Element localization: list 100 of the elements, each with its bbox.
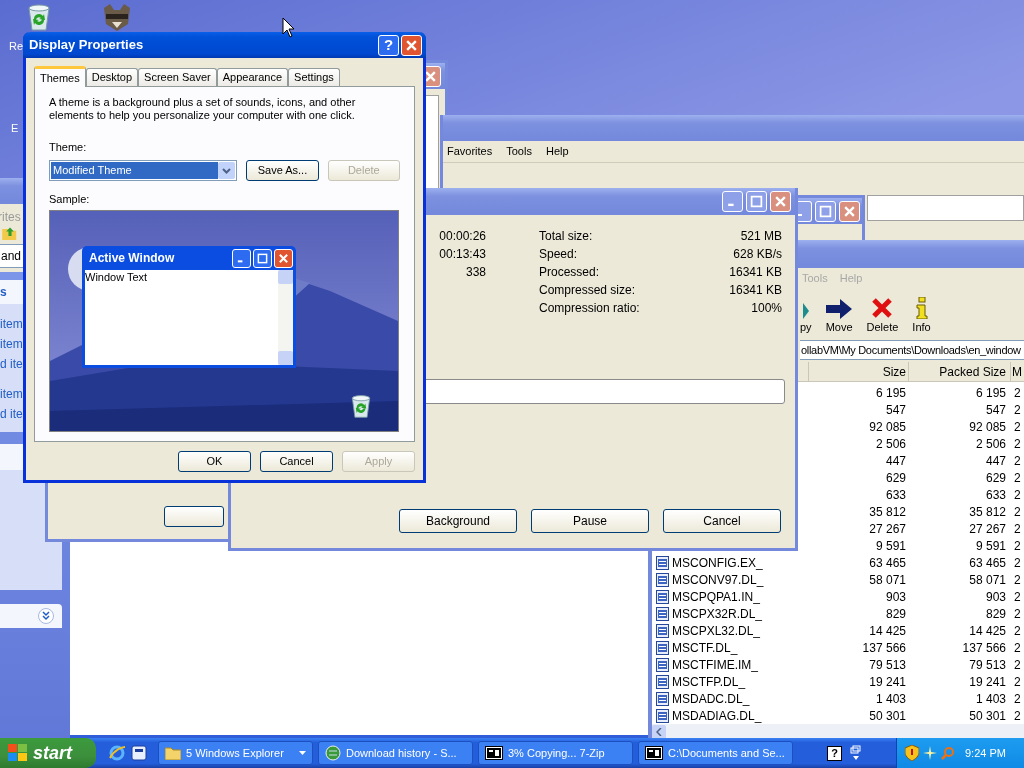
table-cell-text: 447 (884, 452, 907, 470)
taskbar-button[interactable]: C:\Documents and Se... (638, 741, 793, 765)
desktop-icon-label: E (11, 121, 19, 136)
dialog-button[interactable]: Save As... (246, 159, 319, 181)
table-cell-text: 137 566 (961, 639, 1007, 657)
stat-label: Total size: (539, 228, 593, 245)
file-name[interactable]: MSCPX32R.DL_ (672, 604, 763, 623)
table-cell-text: 35 812 (968, 503, 1007, 521)
tab[interactable]: Themes (34, 66, 86, 87)
table-cell-text: 2 (1013, 639, 1021, 657)
table-cell-text: 829 (884, 605, 907, 623)
table-cell-text: 2 (1013, 384, 1021, 402)
stat-value: 00:13:43 (439, 246, 486, 263)
stat-value: 521 MB (740, 228, 782, 245)
table-cell-text: 50 301 (968, 707, 1007, 724)
help-button[interactable]: ? (378, 34, 399, 56)
desktop-icon-label: Re (9, 39, 24, 54)
dialog-button[interactable]: Cancel (663, 509, 781, 533)
theme-dropdown[interactable]: Modified Theme (49, 159, 238, 181)
tab[interactable]: Appearance (216, 68, 289, 86)
table-cell-text: 903 (984, 588, 1007, 606)
table-cell-text: 6 195 (874, 384, 907, 402)
stat-value: 16341 KB (729, 264, 782, 281)
clock: 9:24 PM (965, 745, 1006, 761)
table-cell-text: 137 566 (861, 639, 907, 657)
file-name[interactable]: MSCPXL32.DL_ (672, 621, 761, 640)
table-cell-text: 19 241 (968, 673, 1007, 691)
file-name[interactable]: MSCTF.DL_ (672, 638, 738, 657)
window-title: Display Properties (29, 36, 145, 55)
table-cell-text: 2 (1013, 537, 1021, 555)
task-link[interactable]: d ite (0, 404, 23, 424)
table-cell-text: 1 403 (874, 690, 907, 708)
tab[interactable]: Screen Saver (138, 68, 217, 86)
dialog-button[interactable]: OK (178, 451, 251, 472)
table-cell-text: 9 591 (974, 537, 1007, 555)
table-cell-text: 2 506 (974, 435, 1007, 453)
table-cell-text: 2 506 (874, 435, 907, 453)
file-name[interactable]: MSCPQPA1.IN_ (672, 587, 760, 606)
tab[interactable]: Desktop (85, 68, 139, 86)
task-link[interactable]: item (0, 334, 23, 354)
table-cell-text: 2 (1013, 486, 1021, 504)
taskbar-button[interactable]: 5 Windows Explorer (158, 741, 313, 765)
window-title: Active Window (89, 250, 176, 267)
table-cell-text: 2 (1013, 435, 1021, 453)
menu-item[interactable]: Help (545, 143, 569, 160)
file-name[interactable]: MSCONV97.DL_ (672, 570, 764, 589)
dialog-button[interactable]: Pause (531, 509, 649, 533)
task-link[interactable]: item (0, 384, 23, 404)
table-cell-text: 633 (884, 486, 907, 504)
help-tray-icon[interactable]: ? (827, 745, 842, 761)
table-cell-text: 447 (984, 452, 1007, 470)
dialog-button[interactable]: Background (399, 509, 517, 533)
file-name[interactable]: MSCTFIME.IM_ (672, 655, 758, 674)
file-name[interactable]: MSDADIAG.DL_ (672, 706, 762, 724)
table-cell-text: 2 (1013, 418, 1021, 436)
column-header[interactable]: Packed Size (908, 362, 1010, 381)
table-cell-text: 629 (884, 469, 907, 487)
table-cell-text: 2 (1013, 554, 1021, 572)
taskbar-button[interactable]: Download history - S... (318, 741, 473, 765)
table-cell-text: 1 403 (974, 690, 1007, 708)
table-cell-text: 547 (884, 401, 907, 419)
menu-item[interactable]: Favorites (447, 143, 493, 160)
taskbar-button[interactable]: 3% Copying... 7-Zip (478, 741, 633, 765)
address-field[interactable]: ollabVM\My Documents\Downloads\en_window (800, 340, 1024, 360)
table-cell-text: 58 071 (968, 571, 1007, 589)
table-cell-text: 63 465 (868, 554, 907, 572)
menu-item[interactable]: Tools (506, 143, 532, 160)
table-cell-text: 35 812 (868, 503, 907, 521)
table-cell-text: 2 (1013, 503, 1021, 521)
address-field[interactable]: and (0, 244, 23, 268)
file-name[interactable]: MSDADC.DL_ (672, 689, 750, 708)
column-header[interactable]: M (1010, 362, 1024, 381)
dialog-button[interactable]: Cancel (260, 451, 333, 472)
table-cell-text: 6 195 (974, 384, 1007, 402)
description-text: A theme is a background plus a set of sounds, icons, and other elements to help you personalize your computer with one click. (49, 96, 357, 122)
toolbar-button[interactable]: Info (912, 321, 931, 334)
file-name[interactable]: MSCTFP.DL_ (672, 672, 746, 691)
task-link[interactable]: item (0, 314, 23, 334)
table-cell-text: 2 (1013, 690, 1021, 708)
stat-value: 628 KB/s (733, 246, 782, 263)
table-cell-text: 2 (1013, 571, 1021, 589)
table-cell-text: 2 (1013, 656, 1021, 674)
table-cell-text: 629 (984, 469, 1007, 487)
table-cell-text: 19 241 (868, 673, 907, 691)
task-link[interactable]: d ite (0, 354, 23, 374)
table-cell-text: 9 591 (874, 537, 907, 555)
table-cell-text: 547 (984, 401, 1007, 419)
table-cell-text: 14 425 (968, 622, 1007, 640)
tab[interactable]: Settings (288, 68, 340, 86)
start-button[interactable]: start (0, 738, 96, 768)
stat-value: 100% (751, 300, 782, 317)
stat-value: 338 (465, 264, 486, 281)
toolbar-button[interactable]: Move (825, 321, 853, 334)
table-cell-text: 14 425 (868, 622, 907, 640)
table-cell-text: 2 (1013, 469, 1021, 487)
file-name[interactable]: MSCONFIG.EX_ (672, 553, 763, 572)
column-header[interactable]: Size (808, 362, 908, 381)
toolbar-button[interactable]: py (800, 321, 812, 334)
stat-value: 00:00:26 (439, 228, 486, 245)
toolbar-button[interactable]: Delete (866, 321, 899, 334)
